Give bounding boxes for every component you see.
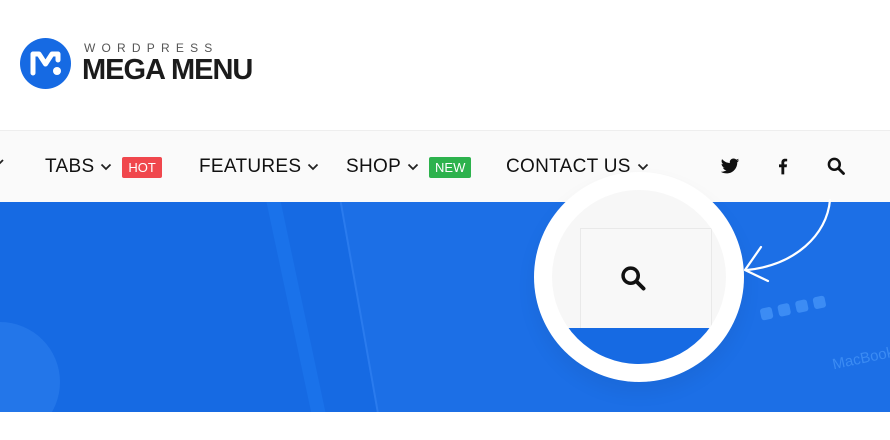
search-icon[interactable] (826, 156, 846, 176)
hero-decoration (263, 202, 331, 412)
callout-arrow-icon (743, 198, 832, 283)
hero-glow (0, 322, 60, 412)
logo-mega-menu-text: MEGA MENU (82, 54, 253, 86)
new-badge: NEW (429, 156, 472, 178)
hot-badge: HOT (122, 156, 162, 178)
site-header: WORDPRESS MEGA MENU (0, 0, 890, 130)
search-callout-magnifier (534, 172, 744, 382)
nav-item-tabs[interactable]: TABS HOT (45, 131, 162, 203)
chevron-down-icon (308, 163, 319, 171)
page-body (0, 412, 890, 440)
nav-item-label: SHOP (346, 156, 402, 177)
search-icon[interactable] (619, 264, 647, 292)
chevron-down-icon (637, 163, 648, 171)
chevron-down-icon (407, 163, 419, 171)
nav-item-label: FEATURES (199, 156, 302, 177)
magnifier-lens (552, 190, 726, 364)
nav-item-label: TABS (45, 156, 95, 177)
nav-item-features[interactable]: FEATURES (199, 131, 319, 203)
logo-wordpress-text: WORDPRESS (84, 41, 219, 55)
chevron-down-icon (0, 159, 4, 165)
chevron-down-icon (101, 163, 112, 171)
logo-m-icon (20, 38, 71, 89)
hero-banner-zoomed (552, 328, 726, 364)
nav-item-shop[interactable]: SHOP NEW (346, 131, 472, 203)
main-navigation: TABS HOT FEATURES SHOP NEW CONTACT US (0, 130, 890, 202)
twitter-icon[interactable] (720, 156, 740, 176)
logo[interactable]: WORDPRESS MEGA MENU (20, 38, 253, 89)
facebook-icon[interactable] (773, 156, 793, 176)
